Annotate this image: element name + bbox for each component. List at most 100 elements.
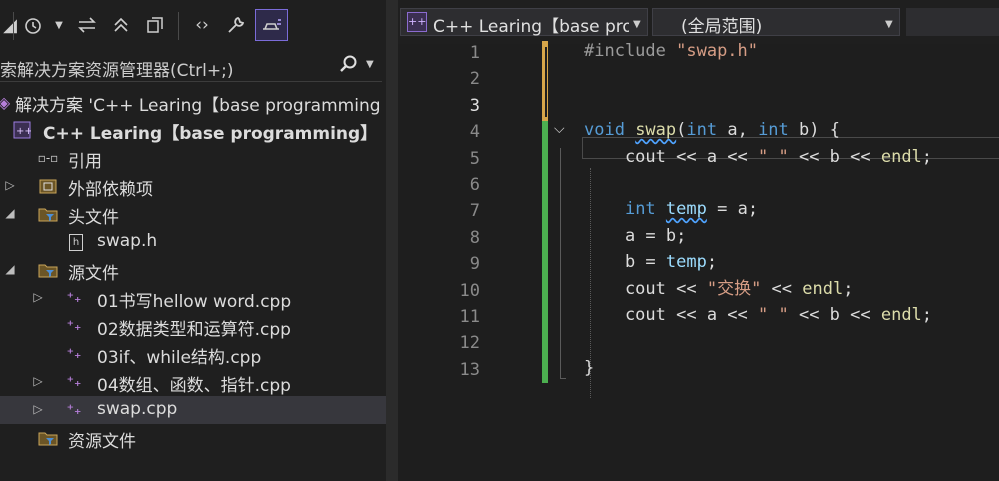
code-token: ; bbox=[843, 278, 854, 299]
code-line: } bbox=[584, 355, 594, 381]
tree-item-label: 01书写hellow word.cpp bbox=[97, 292, 292, 312]
line-number-gutter: 1 2 3 4 5 6 7 8 9 10 11 12 13 bbox=[398, 43, 540, 481]
tree-item-source-files[interactable]: ◢ 源文件 bbox=[0, 256, 386, 284]
search-placeholder: 索解决方案资源管理器(Ctrl+;) bbox=[0, 61, 234, 81]
code-token: << bbox=[761, 278, 803, 299]
project-dropdown[interactable]: ++ C++ Learing【base pro ▼ bbox=[400, 8, 648, 37]
code-token: int bbox=[686, 120, 718, 141]
tree-item-label: C++ Learing【base programming】 bbox=[43, 124, 378, 144]
code-token: #include bbox=[584, 41, 677, 61]
line-number: 2 bbox=[469, 69, 480, 90]
dropdown-icon[interactable]: ▼ bbox=[52, 9, 66, 41]
code-line: b = temp; bbox=[584, 249, 717, 275]
code-token: endl bbox=[802, 278, 844, 299]
code-token: ; bbox=[706, 252, 718, 273]
code-token: cout << a << bbox=[584, 305, 758, 325]
external-dependencies-icon bbox=[38, 176, 58, 196]
pending-changes-filter-icon[interactable]: ◢ bbox=[3, 9, 17, 41]
cpp-file-icon: ⁺₊ bbox=[66, 290, 82, 306]
tree-item-cpp-file[interactable]: ▷ ⁺₊ 04数组、函数、指针.cpp bbox=[0, 368, 386, 396]
history-clock-icon[interactable] bbox=[20, 9, 46, 41]
collapse-arrow-icon[interactable]: ◢ bbox=[4, 206, 16, 220]
tree-item-header-files[interactable]: ◢ 头文件 bbox=[0, 200, 386, 228]
tree-item-label: 源文件 bbox=[68, 264, 119, 284]
tree-item-solution[interactable]: ◈ 解决方案 'C++ Learing【base programming bbox=[0, 88, 386, 117]
code-token: ( bbox=[676, 120, 687, 141]
tree-item-cpp-file[interactable]: ⁺₊ 03if、while结构.cpp bbox=[0, 340, 386, 368]
code-token: a, bbox=[717, 120, 759, 141]
expand-arrow-icon[interactable]: ▷ bbox=[4, 178, 16, 192]
tree-item-swap-h[interactable]: h swap.h bbox=[0, 228, 386, 256]
sync-icon[interactable] bbox=[74, 9, 100, 41]
tree-item-label: 03if、while结构.cpp bbox=[97, 348, 262, 368]
code-line: a = b; bbox=[584, 223, 686, 249]
chevron-down-icon: ▼ bbox=[885, 19, 893, 30]
search-options-dropdown-icon[interactable]: ▼ bbox=[366, 59, 374, 70]
code-line: cout << a << " " << b << endl; bbox=[584, 144, 932, 170]
code-token: << b << bbox=[788, 146, 881, 167]
header-file-icon: h bbox=[66, 232, 86, 252]
line-number: 3 bbox=[469, 95, 480, 116]
code-token: b) { bbox=[788, 120, 840, 141]
code-token: } bbox=[584, 357, 595, 378]
tree-item-resource-files[interactable]: 资源文件 bbox=[0, 424, 386, 452]
code-token: "交换" bbox=[706, 278, 762, 299]
code-line: void swap(int a, int b) { bbox=[584, 117, 840, 143]
code-token: int bbox=[758, 120, 789, 141]
scope-dropdown[interactable]: (全局范围) ▼ bbox=[652, 8, 900, 37]
code-view-icon[interactable]: ‹› bbox=[188, 9, 216, 41]
preview-selected-items-icon[interactable] bbox=[255, 9, 288, 41]
solution-icon: ◈ bbox=[0, 92, 11, 112]
code-token: ; bbox=[921, 146, 933, 167]
tree-item-label: swap.h bbox=[97, 231, 158, 251]
line-number: 1 bbox=[469, 43, 480, 63]
filter-folder-icon bbox=[38, 428, 58, 448]
tree-item-label: 解决方案 'C++ Learing【base programming bbox=[15, 96, 381, 116]
tree-item-external-dependencies[interactable]: ▷ 外部依赖项 bbox=[0, 172, 386, 200]
tree-item-references[interactable]: ▫-▫ 引用 bbox=[0, 144, 386, 172]
code-token: temp bbox=[665, 252, 707, 273]
code-token: swap bbox=[635, 120, 677, 141]
collapse-arrow-icon[interactable]: ◢ bbox=[4, 262, 16, 276]
tree-item-label: 引用 bbox=[68, 152, 102, 172]
tree-item-project[interactable]: ++ C++ Learing【base programming】 bbox=[0, 116, 386, 144]
cpp-file-icon: ⁺₊ bbox=[66, 318, 82, 334]
cpp-file-icon: ⁺₊ bbox=[66, 402, 82, 418]
properties-wrench-icon[interactable] bbox=[222, 9, 250, 41]
line-number: 13 bbox=[459, 359, 480, 380]
expand-arrow-icon[interactable]: ▷ bbox=[32, 402, 44, 416]
tree-item-cpp-file[interactable]: ⁺₊ 02数据类型和运算符.cpp bbox=[0, 312, 386, 340]
expand-arrow-icon[interactable]: ▷ bbox=[32, 290, 44, 304]
expand-arrow-icon[interactable]: ▷ bbox=[32, 374, 44, 388]
cpp-file-icon: ⁺₊ bbox=[66, 346, 82, 362]
code-token: = a; bbox=[706, 199, 759, 220]
cpp-file-icon: ⁺₊ bbox=[66, 374, 82, 390]
line-number: 4 bbox=[469, 122, 480, 143]
collapse-all-icon[interactable] bbox=[108, 9, 134, 41]
code-token: " " bbox=[758, 305, 789, 325]
cpp-project-icon: ++ bbox=[407, 12, 427, 32]
line-number: 9 bbox=[469, 254, 480, 275]
line-number: 6 bbox=[469, 175, 480, 195]
tree-item-label: swap.cpp bbox=[97, 399, 178, 419]
filter-folder-icon bbox=[38, 204, 58, 224]
tree-item-label: 资源文件 bbox=[68, 432, 136, 452]
member-dropdown[interactable] bbox=[906, 8, 999, 36]
panel-splitter[interactable] bbox=[386, 0, 398, 481]
tree-item-swap-cpp[interactable]: ▷ ⁺₊ swap.cpp bbox=[0, 396, 386, 424]
code-text-area[interactable]: #include "swap.h" void swap(int a, int b)… bbox=[552, 41, 999, 481]
code-token: " " bbox=[758, 146, 789, 167]
tree-item-cpp-file[interactable]: ▷ ⁺₊ 01书写hellow word.cpp bbox=[0, 284, 386, 312]
code-editor: ++ C++ Learing【base pro ▼ (全局范围) ▼ 12345… bbox=[398, 0, 999, 481]
code-token: temp bbox=[665, 199, 707, 220]
code-token: b = bbox=[584, 252, 666, 273]
switch-views-icon[interactable] bbox=[142, 9, 168, 41]
code-token: endl bbox=[880, 305, 922, 325]
code-token: cout << a << bbox=[584, 146, 758, 167]
tree-item-label: 04数组、函数、指针.cpp bbox=[97, 376, 291, 396]
line-number: 10 bbox=[459, 280, 480, 301]
explorer-search-box[interactable]: 索解决方案资源管理器(Ctrl+;) ▼ bbox=[0, 51, 382, 82]
search-icon[interactable] bbox=[338, 54, 358, 79]
code-line: cout << "交换" << endl; bbox=[584, 276, 854, 302]
